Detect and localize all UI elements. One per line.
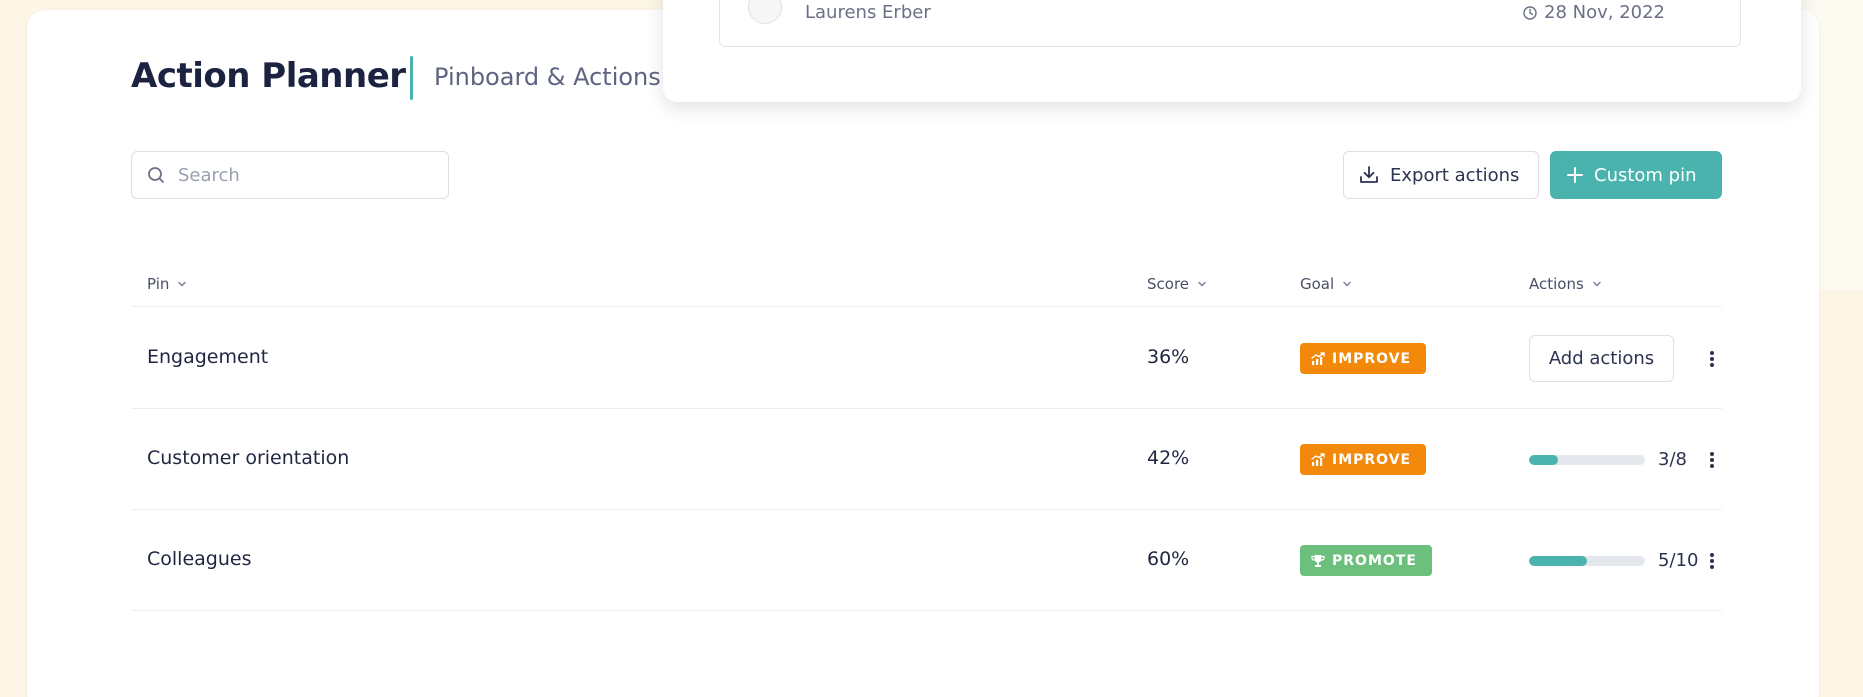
clock-icon xyxy=(1523,5,1537,20)
progress-fill xyxy=(1529,556,1587,566)
add-actions-button[interactable]: Add actions xyxy=(1529,335,1674,382)
avatar xyxy=(748,0,782,24)
plus-icon xyxy=(1567,167,1583,183)
column-score-label: Score xyxy=(1147,275,1190,293)
goal-label: PROMOTE xyxy=(1332,552,1417,569)
pin-name: Engagement xyxy=(147,346,269,368)
chevron-down-icon xyxy=(178,281,187,287)
more-vertical-icon xyxy=(1710,553,1714,569)
row-menu-button[interactable] xyxy=(1697,546,1727,576)
column-header-actions[interactable]: Actions xyxy=(1529,275,1602,293)
table-row[interactable]: Customer orientation 42% IMPROVE 3/8 xyxy=(131,409,1722,510)
action-planner-card: Action Planner Pinboard & Actions Export… xyxy=(27,0,1819,697)
table-header: Pin Score Goal Actions xyxy=(131,275,1722,307)
column-header-goal[interactable]: Goal xyxy=(1300,275,1352,293)
goal-label: IMPROVE xyxy=(1332,451,1412,468)
date-text: 28 Nov, 2022 xyxy=(1544,2,1666,23)
title-divider xyxy=(410,56,413,100)
date-stamp: 28 Nov, 2022 xyxy=(1522,2,1665,23)
column-header-score[interactable]: Score xyxy=(1147,275,1207,293)
trend-up-icon xyxy=(1311,452,1325,466)
page-title: Action Planner xyxy=(131,56,406,96)
pin-name: Colleagues xyxy=(147,548,252,570)
trophy-icon xyxy=(1311,554,1325,567)
custom-pin-label: Custom pin xyxy=(1594,164,1697,186)
goal-badge-improve: IMPROVE xyxy=(1300,343,1426,374)
search-box[interactable] xyxy=(131,151,449,199)
actions-progress-bar xyxy=(1529,455,1645,465)
actions-progress-count: 3/8 xyxy=(1658,449,1687,470)
row-menu-button[interactable] xyxy=(1697,344,1727,374)
column-pin-label: Pin xyxy=(147,275,170,293)
activity-item[interactable]: Laurens Erber 28 Nov, 2022 xyxy=(719,0,1741,47)
export-actions-button[interactable]: Export actions xyxy=(1343,151,1539,199)
search-input[interactable] xyxy=(178,152,438,198)
goal-label: IMPROVE xyxy=(1332,350,1412,367)
goal-badge-improve: IMPROVE xyxy=(1300,444,1426,475)
score-value: 60% xyxy=(1147,548,1190,570)
page-subtitle: Pinboard & Actions xyxy=(434,63,661,91)
trend-up-icon xyxy=(1311,351,1325,365)
score-value: 36% xyxy=(1147,346,1190,368)
chevron-down-icon xyxy=(1198,281,1206,287)
actions-progress-count: 5/10 xyxy=(1658,550,1699,571)
export-actions-label: Export actions xyxy=(1390,164,1520,186)
progress-fill xyxy=(1529,455,1558,465)
column-header-pin[interactable]: Pin xyxy=(147,275,187,293)
search-icon xyxy=(148,167,164,183)
column-actions-label: Actions xyxy=(1529,275,1584,293)
author-name: Laurens Erber xyxy=(805,2,931,23)
download-icon xyxy=(1360,166,1378,183)
chevron-down-icon xyxy=(1343,281,1351,287)
table-row[interactable]: Colleagues 60% PROMOTE 5/10 xyxy=(131,510,1722,611)
pin-name: Customer orientation xyxy=(147,447,350,469)
more-vertical-icon xyxy=(1710,452,1714,468)
chevron-down-icon xyxy=(1593,281,1601,287)
row-menu-button[interactable] xyxy=(1697,445,1727,475)
activity-popover: Laurens Erber 28 Nov, 2022 xyxy=(663,0,1801,102)
goal-badge-promote: PROMOTE xyxy=(1300,545,1432,576)
more-vertical-icon xyxy=(1710,351,1714,367)
custom-pin-button[interactable]: Custom pin xyxy=(1550,151,1722,199)
column-goal-label: Goal xyxy=(1300,275,1335,293)
score-value: 42% xyxy=(1147,447,1190,469)
table-row[interactable]: Engagement 36% IMPROVE Add actions xyxy=(131,308,1722,409)
actions-progress-bar xyxy=(1529,556,1645,566)
